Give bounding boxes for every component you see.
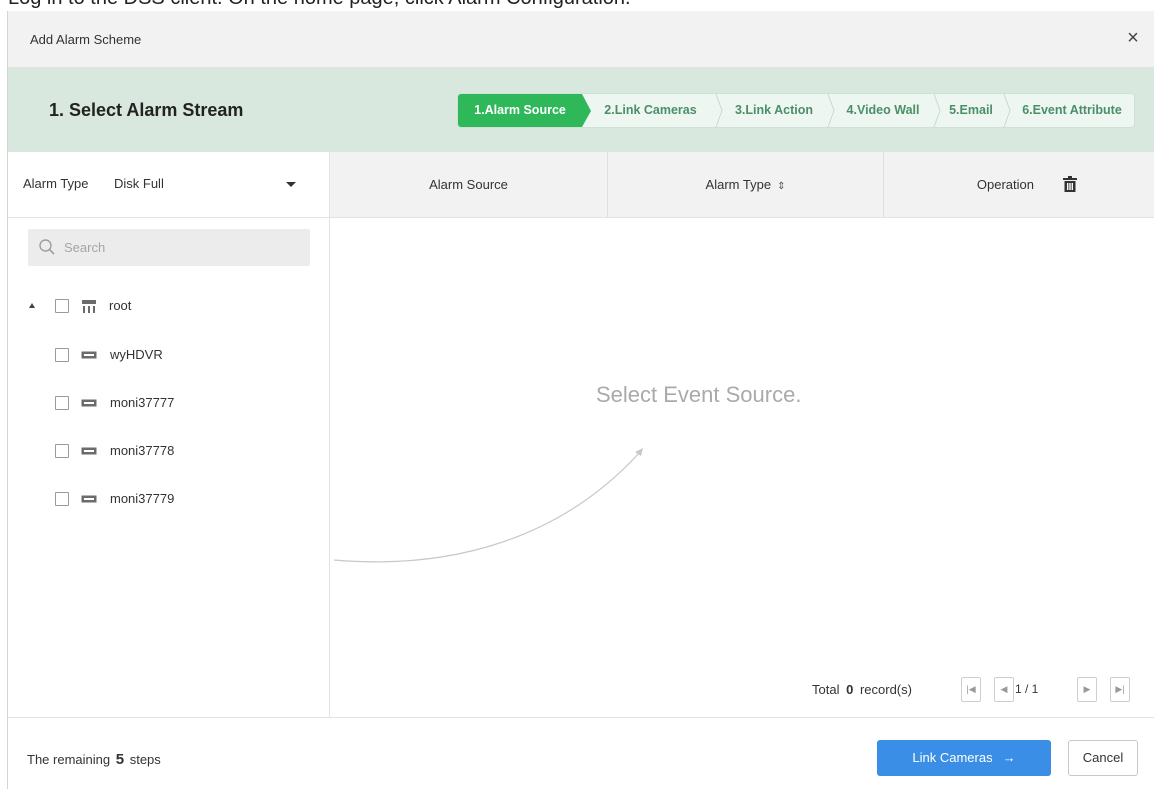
total-records: Total 0 record(s) bbox=[812, 682, 912, 697]
expand-triangle-icon[interactable] bbox=[29, 303, 35, 308]
device-icon bbox=[81, 495, 97, 503]
pagination: Total 0 record(s) |◀ ◀ 1 / 1 ▶ ▶| bbox=[330, 676, 1154, 704]
tree-node-root[interactable]: root bbox=[29, 296, 179, 318]
alarm-type-label: Alarm Type bbox=[23, 176, 89, 191]
tree-node-device[interactable]: moni37777 bbox=[55, 393, 205, 415]
device-icon bbox=[81, 351, 97, 359]
remaining-prefix: The remaining bbox=[27, 752, 111, 767]
top-caption: Log in to the DSS client. On the home pa… bbox=[0, 0, 1154, 11]
device-checkbox[interactable] bbox=[55, 396, 69, 410]
root-checkbox[interactable] bbox=[55, 299, 69, 313]
dialog-title: Add Alarm Scheme bbox=[30, 32, 142, 47]
trash-icon[interactable] bbox=[1063, 176, 1077, 192]
search-input[interactable] bbox=[64, 229, 304, 266]
org-icon bbox=[82, 300, 96, 313]
last-page-icon[interactable]: ▶| bbox=[1110, 677, 1130, 702]
remaining-suffix: steps bbox=[129, 752, 161, 767]
caret-down-icon[interactable] bbox=[286, 182, 296, 187]
alarm-type-select[interactable]: Alarm Type Disk Full bbox=[8, 152, 329, 218]
close-icon[interactable]: × bbox=[1121, 26, 1145, 50]
tree-node-label: moni37779 bbox=[110, 491, 175, 506]
column-alarm-type-label: Alarm Type bbox=[705, 177, 772, 192]
tree-node-device[interactable]: wyHDVR bbox=[55, 345, 205, 367]
page-indicator: 1 / 1 bbox=[1015, 682, 1039, 696]
dialog-titlebar: Add Alarm Scheme × bbox=[8, 11, 1154, 68]
search-box[interactable] bbox=[28, 229, 310, 266]
column-alarm-type[interactable]: Alarm Type ⇕ bbox=[608, 152, 883, 218]
total-suffix: record(s) bbox=[859, 682, 912, 697]
step-email[interactable]: 5.Email bbox=[940, 94, 1002, 127]
caption-text: Log in to the DSS client. On the home pa… bbox=[8, 0, 631, 9]
column-alarm-source: Alarm Source bbox=[429, 177, 508, 192]
tree-node-label: moni37777 bbox=[110, 395, 175, 410]
device-icon bbox=[81, 447, 97, 455]
tree-node-label: wyHDVR bbox=[110, 347, 163, 362]
add-alarm-scheme-dialog: Add Alarm Scheme × 1. Select Alarm Strea… bbox=[7, 11, 1154, 789]
alarm-source-panel: Alarm Type Disk Full root bbox=[8, 152, 330, 717]
next-page-icon[interactable]: ▶ bbox=[1077, 677, 1097, 702]
device-checkbox[interactable] bbox=[55, 444, 69, 458]
tree-node-label: moni37778 bbox=[110, 443, 175, 458]
total-count: 0 bbox=[846, 682, 854, 697]
step-link-cameras[interactable]: 2.Link Cameras bbox=[588, 94, 713, 127]
next-button-label: Link Cameras bbox=[912, 750, 993, 765]
guide-arrow-icon bbox=[333, 448, 643, 563]
remaining-steps: The remaining 5 steps bbox=[27, 751, 161, 768]
search-icon bbox=[39, 239, 55, 255]
wizard-stepbar: 1. Select Alarm Stream 1.Alarm Source 2.… bbox=[8, 68, 1154, 152]
step-event-attribute[interactable]: 6.Event Attribute bbox=[1010, 94, 1134, 127]
prev-page-icon[interactable]: ◀ bbox=[994, 677, 1014, 702]
device-icon bbox=[81, 399, 97, 407]
tree-node-device[interactable]: moni37778 bbox=[55, 441, 205, 463]
dialog-footer: The remaining 5 steps Link Cameras → Canc… bbox=[8, 717, 1154, 789]
step-heading: 1. Select Alarm Stream bbox=[49, 100, 244, 120]
first-page-icon[interactable]: |◀ bbox=[961, 677, 981, 702]
tree-node-label: root bbox=[109, 298, 132, 313]
step-link-action[interactable]: 3.Link Action bbox=[722, 94, 826, 127]
selected-sources-table: Alarm Source Alarm Type ⇕ Operation Selec… bbox=[330, 152, 1154, 717]
device-checkbox[interactable] bbox=[55, 492, 69, 506]
table-header: Alarm Source Alarm Type ⇕ Operation bbox=[330, 152, 1154, 218]
step-video-wall[interactable]: 4.Video Wall bbox=[834, 94, 932, 127]
device-checkbox[interactable] bbox=[55, 348, 69, 362]
step-alarm-source[interactable]: 1.Alarm Source bbox=[458, 94, 591, 127]
alarm-type-value[interactable]: Disk Full bbox=[114, 176, 164, 191]
column-operation: Operation bbox=[976, 177, 1034, 192]
sort-icon[interactable]: ⇕ bbox=[777, 181, 785, 192]
total-prefix: Total bbox=[812, 682, 840, 697]
arrow-right-icon: → bbox=[1002, 750, 1016, 765]
empty-state-text: Select Event Source. bbox=[596, 382, 802, 407]
remaining-count: 5 bbox=[115, 751, 125, 768]
step-list: 1.Alarm Source 2.Link Cameras 3.Link Act… bbox=[457, 93, 1135, 128]
cancel-button[interactable]: Cancel bbox=[1068, 740, 1138, 776]
tree-node-device[interactable]: moni37779 bbox=[55, 489, 205, 511]
link-cameras-button[interactable]: Link Cameras → bbox=[877, 740, 1051, 776]
